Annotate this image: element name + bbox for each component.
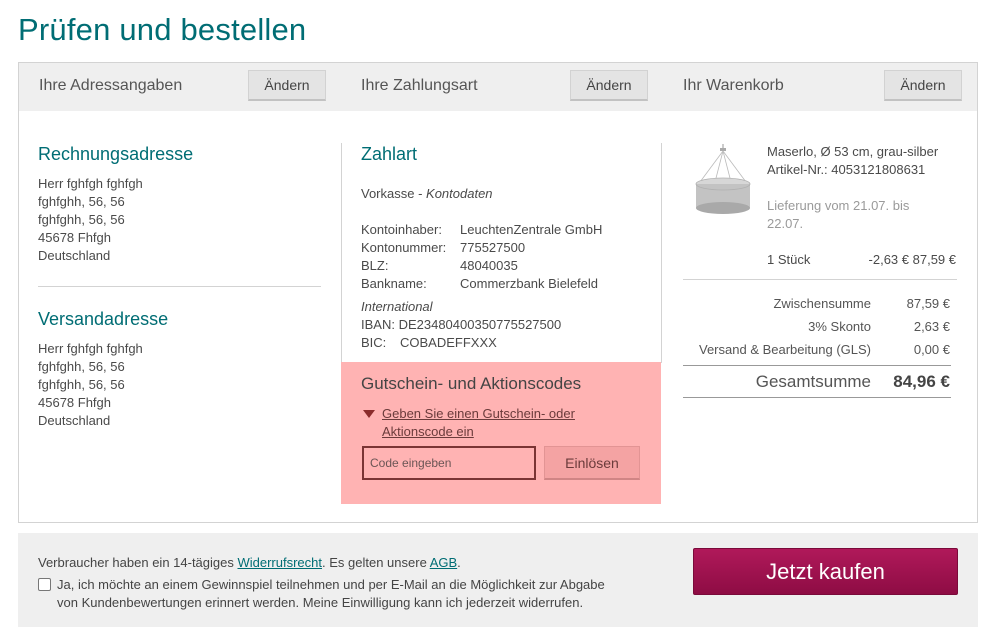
coupon-link-line[interactable]: Aktionscode ein — [382, 423, 575, 441]
item-price: -2,63 € 87,59 € — [868, 252, 956, 267]
coupon-code-input[interactable] — [362, 446, 536, 480]
shipping-heading: Versandadresse — [38, 309, 169, 329]
legal-notice: Verbraucher haben ein 14-tägiges Widerru… — [38, 554, 461, 572]
bank-row-label: Kontonummer: — [361, 240, 447, 255]
bic-value: COBADEFFXXX — [400, 335, 497, 350]
change-payment-button[interactable]: Ändern — [570, 70, 648, 101]
subtotal-value: 87,59 € — [906, 296, 950, 311]
bic-row: BIC: COBADEFFXXX — [361, 334, 561, 352]
bank-row-value: 48040035 — [460, 258, 518, 273]
consent-line: von Kundenbewertungen erinnert werden. M… — [57, 595, 584, 610]
withdrawal-link[interactable]: Widerrufsrecht — [237, 555, 322, 570]
total-label: Gesamtsumme — [755, 372, 871, 391]
payment-method: Vorkasse - Kontodaten — [361, 185, 493, 203]
billing-heading: Rechnungsadresse — [38, 144, 194, 164]
bank-row: Kontonummer: 775527500 — [361, 239, 651, 257]
discount-value: 2,63 € — [913, 319, 950, 334]
payment-heading: Zahlart — [361, 144, 418, 164]
billing-line: 45678 Fhfgh — [38, 230, 112, 245]
coupon-link-line[interactable]: Geben Sie einen Gutschein- oder — [382, 405, 575, 423]
shipping-line: 45678 Fhfgh — [38, 395, 112, 410]
bank-row-value: LeuchtenZentrale GmbH — [460, 222, 603, 237]
shipping-line: Deutschland — [38, 413, 111, 428]
shipping-cost-label: Versand & Bearbeitung (GLS) — [699, 342, 871, 357]
coupon-toggle-link[interactable]: Geben Sie einen Gutschein- oder Aktionsc… — [382, 405, 575, 441]
bank-row-value: 775527500 — [460, 240, 526, 255]
step-address-label: Ihre Adressangaben — [39, 77, 183, 94]
billing-line: fghfghh, 56, 56 — [38, 194, 125, 209]
iban: IBAN: DE23480400350775527500 — [361, 317, 562, 332]
legal-text: Verbraucher haben ein 14-tägiges — [38, 555, 238, 570]
product-name[interactable]: Maserlo, Ø 53 cm, grau-silber — [767, 143, 938, 161]
consent-line: Ja, ich möchte an einem Gewinnspiel teil… — [57, 577, 605, 592]
bank-row-label: BLZ: — [361, 258, 389, 273]
international-heading: International — [361, 299, 433, 314]
quantity: 1 Stück — [767, 252, 811, 267]
shipping-line: fghfghh, 56, 56 — [38, 359, 125, 374]
delivery-line: 22.07. — [767, 216, 804, 231]
bank-row: Bankname: Commerzbank Bielefeld — [361, 275, 651, 293]
billing-address: Herr fghfgh fghfgh fghfghh, 56, 56 fghfg… — [38, 175, 143, 265]
page-title: Prüfen und bestellen — [18, 12, 307, 47]
change-cart-button[interactable]: Ändern — [884, 70, 962, 101]
shipping-cost-value: 0,00 € — [913, 342, 950, 357]
payment-method-detail: Kontodaten — [426, 186, 493, 201]
column-divider-right — [661, 143, 662, 363]
product-image — [695, 144, 751, 214]
shipping-line: fghfghh, 56, 56 — [38, 377, 125, 392]
article-number: Artikel-Nr.: 4053121808631 — [767, 162, 926, 177]
shipping-address: Herr fghfgh fghfgh fghfghh, 56, 56 fghfg… — [38, 340, 143, 430]
shipping-line: Herr fghfgh fghfgh — [38, 341, 143, 356]
coupon-heading: Gutschein- und Aktionscodes — [361, 374, 582, 393]
total-value: 84,96 € — [893, 372, 950, 391]
bank-row-label: Bankname: — [361, 276, 427, 291]
triangle-down-icon[interactable] — [363, 410, 375, 418]
total-divider-bottom — [683, 397, 951, 398]
step-cart-label: Ihr Warenkorb — [683, 77, 784, 94]
cart-divider — [683, 279, 957, 280]
delivery-info: Lieferung vom 21.07. bis 22.07. — [767, 197, 909, 233]
consent-checkbox[interactable] — [38, 578, 51, 591]
step-payment-label: Ihre Zahlungsart — [361, 77, 478, 94]
column-divider-left — [341, 143, 342, 363]
billing-line: Herr fghfgh fghfgh — [38, 176, 143, 191]
subtotal-label: Zwischensumme — [773, 296, 871, 311]
discount-label: 3% Skonto — [808, 319, 871, 334]
billing-line: Deutschland — [38, 248, 111, 263]
total-divider-top — [683, 365, 951, 366]
billing-line: fghfghh, 56, 56 — [38, 212, 125, 227]
bank-row: Kontoinhaber: LeuchtenZentrale GmbH — [361, 221, 651, 239]
bank-details: Kontoinhaber: LeuchtenZentrale GmbH Konto… — [361, 221, 651, 293]
consent-text: Ja, ich möchte an einem Gewinnspiel teil… — [57, 576, 605, 612]
payment-method-name: Vorkasse - — [361, 186, 427, 201]
redeem-button[interactable]: Einlösen — [544, 446, 640, 480]
bank-row-label: Kontoinhaber: — [361, 222, 442, 237]
delivery-line: Lieferung vom 21.07. bis — [767, 198, 910, 213]
address-divider — [38, 286, 321, 287]
bank-row-value: Commerzbank Bielefeld — [460, 276, 599, 291]
change-address-button[interactable]: Ändern — [248, 70, 326, 101]
bic-label: BIC: — [361, 335, 387, 350]
international-details: International IBAN: DE234804003507755275… — [361, 298, 561, 352]
legal-text: . — [457, 555, 461, 570]
buy-now-button[interactable]: Jetzt kaufen — [693, 548, 958, 595]
product-info: Maserlo, Ø 53 cm, grau-silber Artikel-Nr… — [767, 143, 938, 179]
bank-row: BLZ: 48040035 — [361, 257, 651, 275]
terms-link[interactable]: AGB — [430, 555, 457, 570]
legal-text: . Es gelten unsere — [322, 555, 430, 570]
